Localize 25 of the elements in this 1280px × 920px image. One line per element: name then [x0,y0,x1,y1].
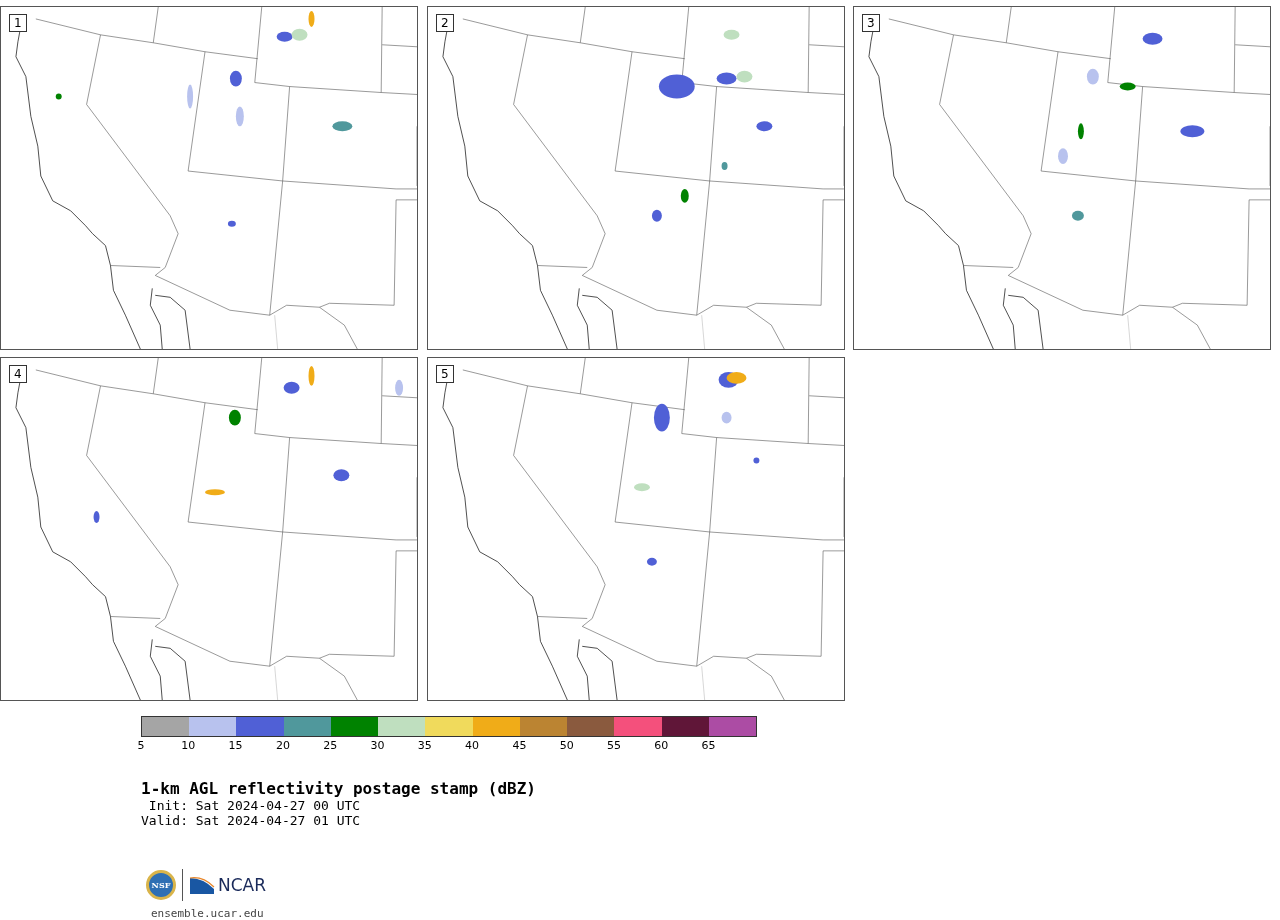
panel-number: 1 [9,14,27,32]
tick-label: 60 [654,739,669,752]
tick-label: 15 [228,739,243,752]
tick-label: 30 [370,739,385,752]
panel-number: 3 [862,14,880,32]
tick-label: 40 [465,739,480,752]
init-time: Init: Sat 2024-04-27 00 UTC [147,798,362,813]
tick-label: 5 [137,739,145,752]
tick-label: 10 [181,739,196,752]
tick-label: 35 [417,739,432,752]
panel-number: 5 [436,365,454,383]
website-url: ensemble.ucar.edu [151,907,265,920]
nsf-seal-logo: NSF [146,870,176,900]
tick-label: 45 [512,739,527,752]
valid-time: Valid: Sat 2024-04-27 01 UTC [141,813,362,828]
tick-label: 50 [559,739,574,752]
chart-title: 1-km AGL reflectivity postage stamp (dBZ) [141,779,537,798]
tick-label: 25 [323,739,338,752]
tick-label: 20 [275,739,290,752]
ncar-logo-text: NCAR [218,875,267,895]
tick-label: 65 [701,739,716,752]
swoosh-logo-icon [189,875,215,895]
panel-number: 4 [9,365,27,383]
panel-number: 2 [436,14,454,32]
tick-label: 55 [607,739,621,752]
